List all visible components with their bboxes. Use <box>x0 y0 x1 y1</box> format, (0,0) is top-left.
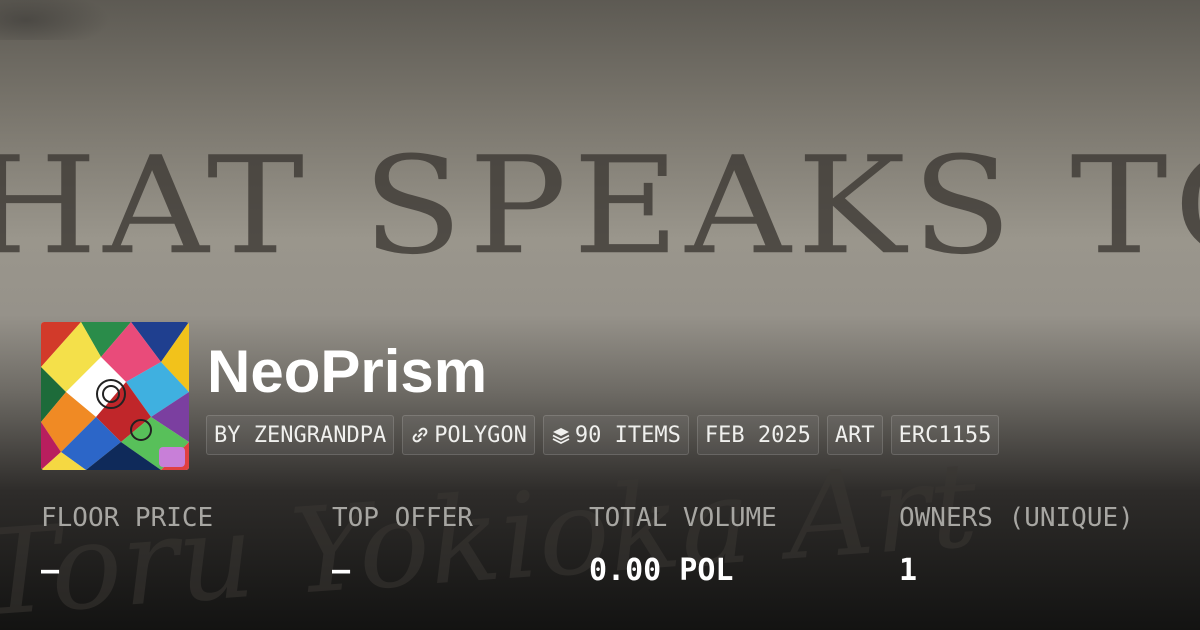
stat-value: 0.00 POL <box>589 553 734 588</box>
chain-badge-label: POLYGON <box>434 422 527 448</box>
stat-total-volume: TOTAL VOLUME 0.00 POL <box>589 503 777 588</box>
standard-badge-label: ERC1155 <box>898 422 992 448</box>
category-badge-label: ART <box>834 422 875 448</box>
link-icon <box>410 425 430 445</box>
stat-floor-price: FLOOR PRICE – <box>41 503 213 588</box>
collection-thumbnail <box>41 322 189 470</box>
date-badge-label: FEB 2025 <box>704 422 811 448</box>
stat-top-offer: TOP OFFER – <box>332 503 473 588</box>
stat-value: – <box>332 553 351 588</box>
items-badge[interactable]: 90 ITEMS <box>542 415 689 455</box>
stat-owners: OWNERS (UNIQUE) 1 <box>899 503 1134 588</box>
stat-label: TOTAL VOLUME <box>589 503 777 533</box>
category-badge[interactable]: ART <box>826 415 883 455</box>
stat-value: 1 <box>899 553 918 588</box>
chain-badge[interactable]: POLYGON <box>402 415 535 455</box>
stat-label: OWNERS (UNIQUE) <box>899 503 1134 533</box>
standard-badge[interactable]: ERC1155 <box>890 415 1000 455</box>
stat-label: FLOOR PRICE <box>41 503 214 533</box>
items-badge-label: 90 ITEMS <box>574 422 681 448</box>
layers-icon <box>551 425 571 445</box>
stat-value: – <box>41 553 60 588</box>
collection-name: NeoPrism <box>207 338 488 405</box>
banner-paint-splash <box>0 0 110 40</box>
stat-label: TOP OFFER <box>332 503 473 533</box>
creator-badge-label: BY ZENGRANDPA <box>214 422 387 448</box>
banner-headline: HAT SPEAKS TO T <box>0 128 1200 285</box>
date-badge[interactable]: FEB 2025 <box>696 415 819 455</box>
collection-badges: BY ZENGRANDPA POLYGON 90 ITEMS FEB 2025 … <box>206 415 1000 455</box>
creator-badge[interactable]: BY ZENGRANDPA <box>206 415 395 455</box>
